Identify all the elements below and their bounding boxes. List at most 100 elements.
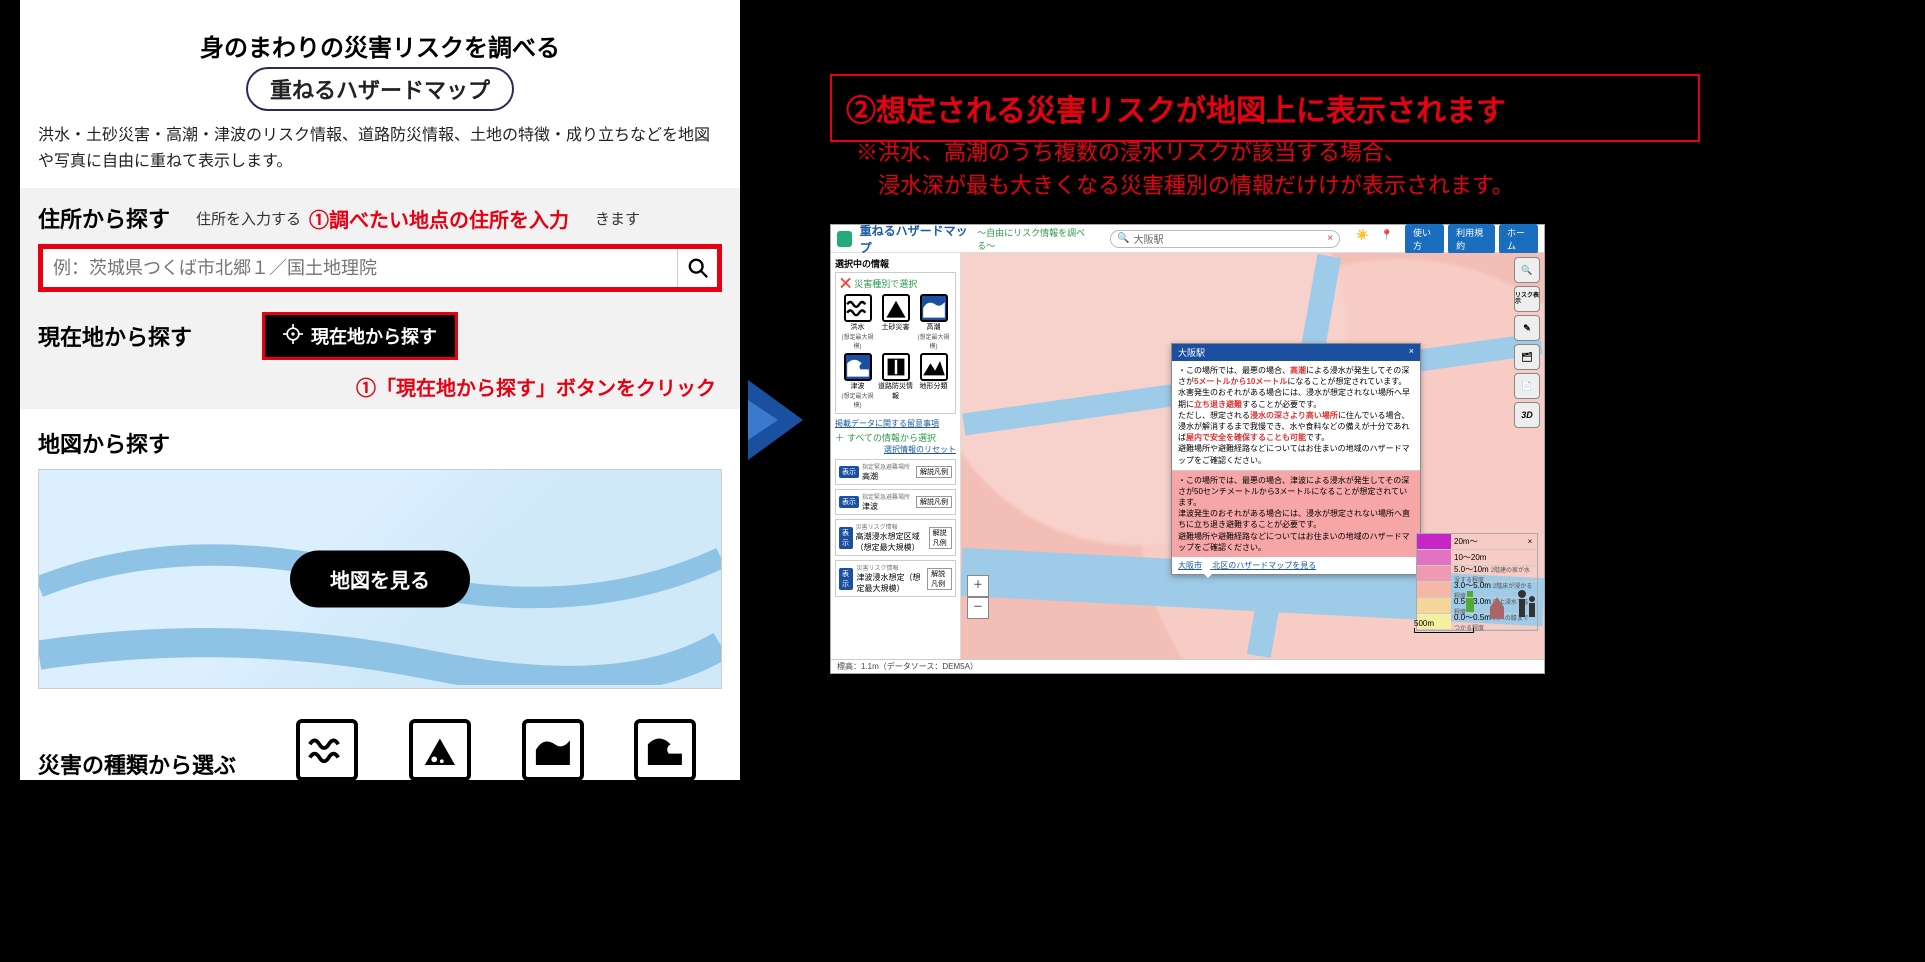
map-tools: 🔍 リスク表示 ✎ 🗂 📄 3D <box>1514 257 1540 431</box>
hazard-landslide[interactable]: 土砂災害 <box>408 719 472 809</box>
hazard-kind-label: 災害の種類から選ぶ <box>38 748 236 780</box>
tool-3d[interactable]: 3D <box>1514 402 1540 428</box>
help-button[interactable]: 使い方 <box>1405 224 1444 254</box>
layer-item[interactable]: 表示指定緊急避難場所津波解説凡例 <box>835 489 956 515</box>
callout-result-headline: ②想定される災害リスクが地図上に表示されます <box>830 74 1700 142</box>
hazard-takashio[interactable]: 高潮 <box>522 719 584 809</box>
view-map-button[interactable]: 地図を見る <box>290 551 470 608</box>
haz-terrain[interactable]: 地形分類 <box>916 353 951 409</box>
close-icon[interactable]: × <box>1523 537 1537 546</box>
tool-risk[interactable]: リスク表示 <box>1514 286 1540 312</box>
page-title: 身のまわりの災害リスクを調べる <box>20 28 740 63</box>
popup-title: 大阪駅 <box>1178 346 1205 359</box>
tsunami-icon <box>634 719 696 781</box>
app-sidebar: 選択中の情報 ❌災害種別で選択 洪水(想定最大規模) 土砂災害 高潮(想定最大規… <box>831 253 961 659</box>
popup-city-link[interactable]: 大阪市 <box>1178 561 1202 570</box>
haz-flood[interactable]: 洪水(想定最大規模) <box>840 294 875 350</box>
status-bar: 標高：1.1m（データソース：DEM5A） <box>831 659 1544 673</box>
info-popup: 大阪駅 × ・この場所では、最悪の場合、高潮による浸水が発生してその深さが5メート… <box>1171 343 1421 575</box>
current-location-button[interactable]: 現在地から探す <box>262 312 458 360</box>
map-thumbnail[interactable]: 地図を見る <box>38 469 722 689</box>
hazard-grid: 洪水(想定最大規模) 土砂災害 高潮(想定最大規模) 津波(想定最大規模) 道路… <box>840 294 951 409</box>
target-icon <box>283 324 303 349</box>
storm-surge-icon <box>522 719 584 781</box>
house-icon <box>1490 597 1504 619</box>
app-header-buttons: 使い方 利用規約 ホーム <box>1405 224 1538 254</box>
address-help-pre: 住所を入力する <box>196 208 301 229</box>
landslide-icon <box>409 719 471 781</box>
address-help-post: きます <box>595 208 640 229</box>
callout-address: ①調べたい地点の住所を入力 <box>309 204 569 233</box>
legend-button[interactable]: 解説凡例 <box>929 527 952 549</box>
terms-button[interactable]: 利用規約 <box>1448 224 1495 254</box>
haz-takashio[interactable]: 高潮(想定最大規模) <box>916 294 951 350</box>
callout-result-note: ※洪水、高潮のうち複数の浸水リスクが該当する場合、 浸水深が最も大きくなる災害種… <box>856 136 1686 202</box>
description-text: 洪水・土砂災害・高潮・津波のリスク情報、道路防災情報、土地の特徴・成り立ちなどを… <box>20 123 740 188</box>
popup-footer-links[interactable]: 大阪市 北区のハザードマップを見る <box>1172 557 1420 574</box>
location-icon[interactable]: 📍 <box>1381 230 1397 248</box>
persons-icon <box>1516 589 1538 619</box>
app-search-box[interactable]: 🔍 大阪駅 × <box>1110 230 1340 248</box>
data-notice-link[interactable]: 掲載データに関する留意事項 <box>835 418 956 429</box>
terrain-icon <box>920 353 948 381</box>
popup-ward-link[interactable]: 北区のハザードマップを見る <box>1212 561 1316 570</box>
hazard-flood[interactable]: 洪水 <box>296 719 358 809</box>
map-canvas[interactable]: 🔍 リスク表示 ✎ 🗂 📄 3D 大阪駅 × ・この場所では、最悪の場合、高潮によ… <box>961 253 1544 659</box>
popup-body-takashio: ・この場所では、最悪の場合、高潮による浸水が発生してその深さが5メートルから10… <box>1172 361 1420 470</box>
zoom-control: ＋ － <box>967 575 989 619</box>
popup-body-tsunami: ・この場所では、最悪の場合、津波による浸水が発生してその深さが50センチメートル… <box>1172 470 1420 557</box>
sidebar-selecting-label: 選択中の情報 <box>835 257 956 270</box>
app-title: 重ねるハザードマップ <box>860 222 970 256</box>
page-subtitle-badge: 重ねるハザードマップ <box>246 67 514 111</box>
hazard-kind-icons: 洪水 土砂災害 高潮 津波 <box>296 719 696 809</box>
hazard-tsunami-label: 津波 <box>634 785 696 809</box>
search-block: 住所から探す 住所を入力する ①調べたい地点の住所を入力 きます 現在地から探す… <box>20 188 740 409</box>
flood-icon <box>296 719 358 781</box>
current-location-label: 現在地から探す <box>38 320 192 352</box>
tsunami-icon <box>844 353 872 381</box>
app-logo-icon <box>837 231 852 247</box>
map-search-label: 地図から探す <box>20 427 740 459</box>
tool-print[interactable]: 📄 <box>1514 373 1540 399</box>
app-search-value: 大阪駅 <box>1134 231 1164 246</box>
legend-button[interactable]: 解説凡例 <box>927 568 952 590</box>
clear-icon[interactable]: × <box>1327 233 1333 244</box>
flood-icon <box>844 294 872 322</box>
haz-road[interactable]: 道路防災情報 <box>878 353 913 409</box>
hazard-flood-label: 洪水 <box>296 785 358 809</box>
legend-button[interactable]: 解説凡例 <box>916 496 952 508</box>
zoom-out-button[interactable]: － <box>967 597 989 619</box>
sidebar-by-type[interactable]: ❌災害種別で選択 <box>840 277 951 290</box>
hazard-tsunami[interactable]: 津波 <box>634 719 696 809</box>
search-icon[interactable] <box>677 249 717 287</box>
legend-person-icons <box>1462 589 1538 619</box>
layer-item[interactable]: 表示災害リスク情報高潮浸水想定区域（想定最大規模）解説凡例 <box>835 519 956 556</box>
hazard-landslide-label: 土砂災害 <box>408 785 472 809</box>
home-button[interactable]: ホーム <box>1499 224 1538 254</box>
hazard-takashio-label: 高潮 <box>522 785 584 809</box>
address-search-box <box>38 244 722 292</box>
landslide-icon <box>882 294 910 322</box>
sidebar-all-select[interactable]: ＋すべての情報から選択 <box>835 431 956 444</box>
tool-layers[interactable]: 🗂 <box>1514 344 1540 370</box>
app-tagline: ～自由にリスク情報を調べる～ <box>977 226 1092 252</box>
scale-bar: 500m <box>1414 619 1474 633</box>
address-input[interactable] <box>43 258 677 279</box>
layer-item[interactable]: 表示指定緊急避難場所高潮解説凡例 <box>835 459 956 485</box>
weather-icon[interactable]: ☀️ <box>1356 230 1372 248</box>
haz-tsunami[interactable]: 津波(想定最大規模) <box>840 353 875 409</box>
person-running-icon <box>1462 589 1478 619</box>
reset-link[interactable]: 選択情報のリセット <box>835 444 956 455</box>
legend-button[interactable]: 解説凡例 <box>916 466 952 478</box>
zoom-in-button[interactable]: ＋ <box>967 575 989 597</box>
storm-surge-icon <box>920 294 948 322</box>
tool-draw[interactable]: ✎ <box>1514 315 1540 341</box>
app-header: 重ねるハザードマップ ～自由にリスク情報を調べる～ 🔍 大阪駅 × ☀️ 📍 使… <box>831 225 1544 253</box>
arrow-icon <box>748 380 803 460</box>
haz-landslide[interactable]: 土砂災害 <box>878 294 913 350</box>
layer-item[interactable]: 表示災害リスク情報津波浸水想定（想定最大規模）解説凡例 <box>835 560 956 597</box>
callout-current: ①「現在地から探す」ボタンをクリック <box>38 372 716 401</box>
left-panel: 身のまわりの災害リスクを調べる 重ねるハザードマップ 洪水・土砂災害・高潮・津波… <box>20 0 740 780</box>
tool-search[interactable]: 🔍 <box>1514 257 1540 283</box>
close-icon[interactable]: × <box>1409 346 1414 359</box>
